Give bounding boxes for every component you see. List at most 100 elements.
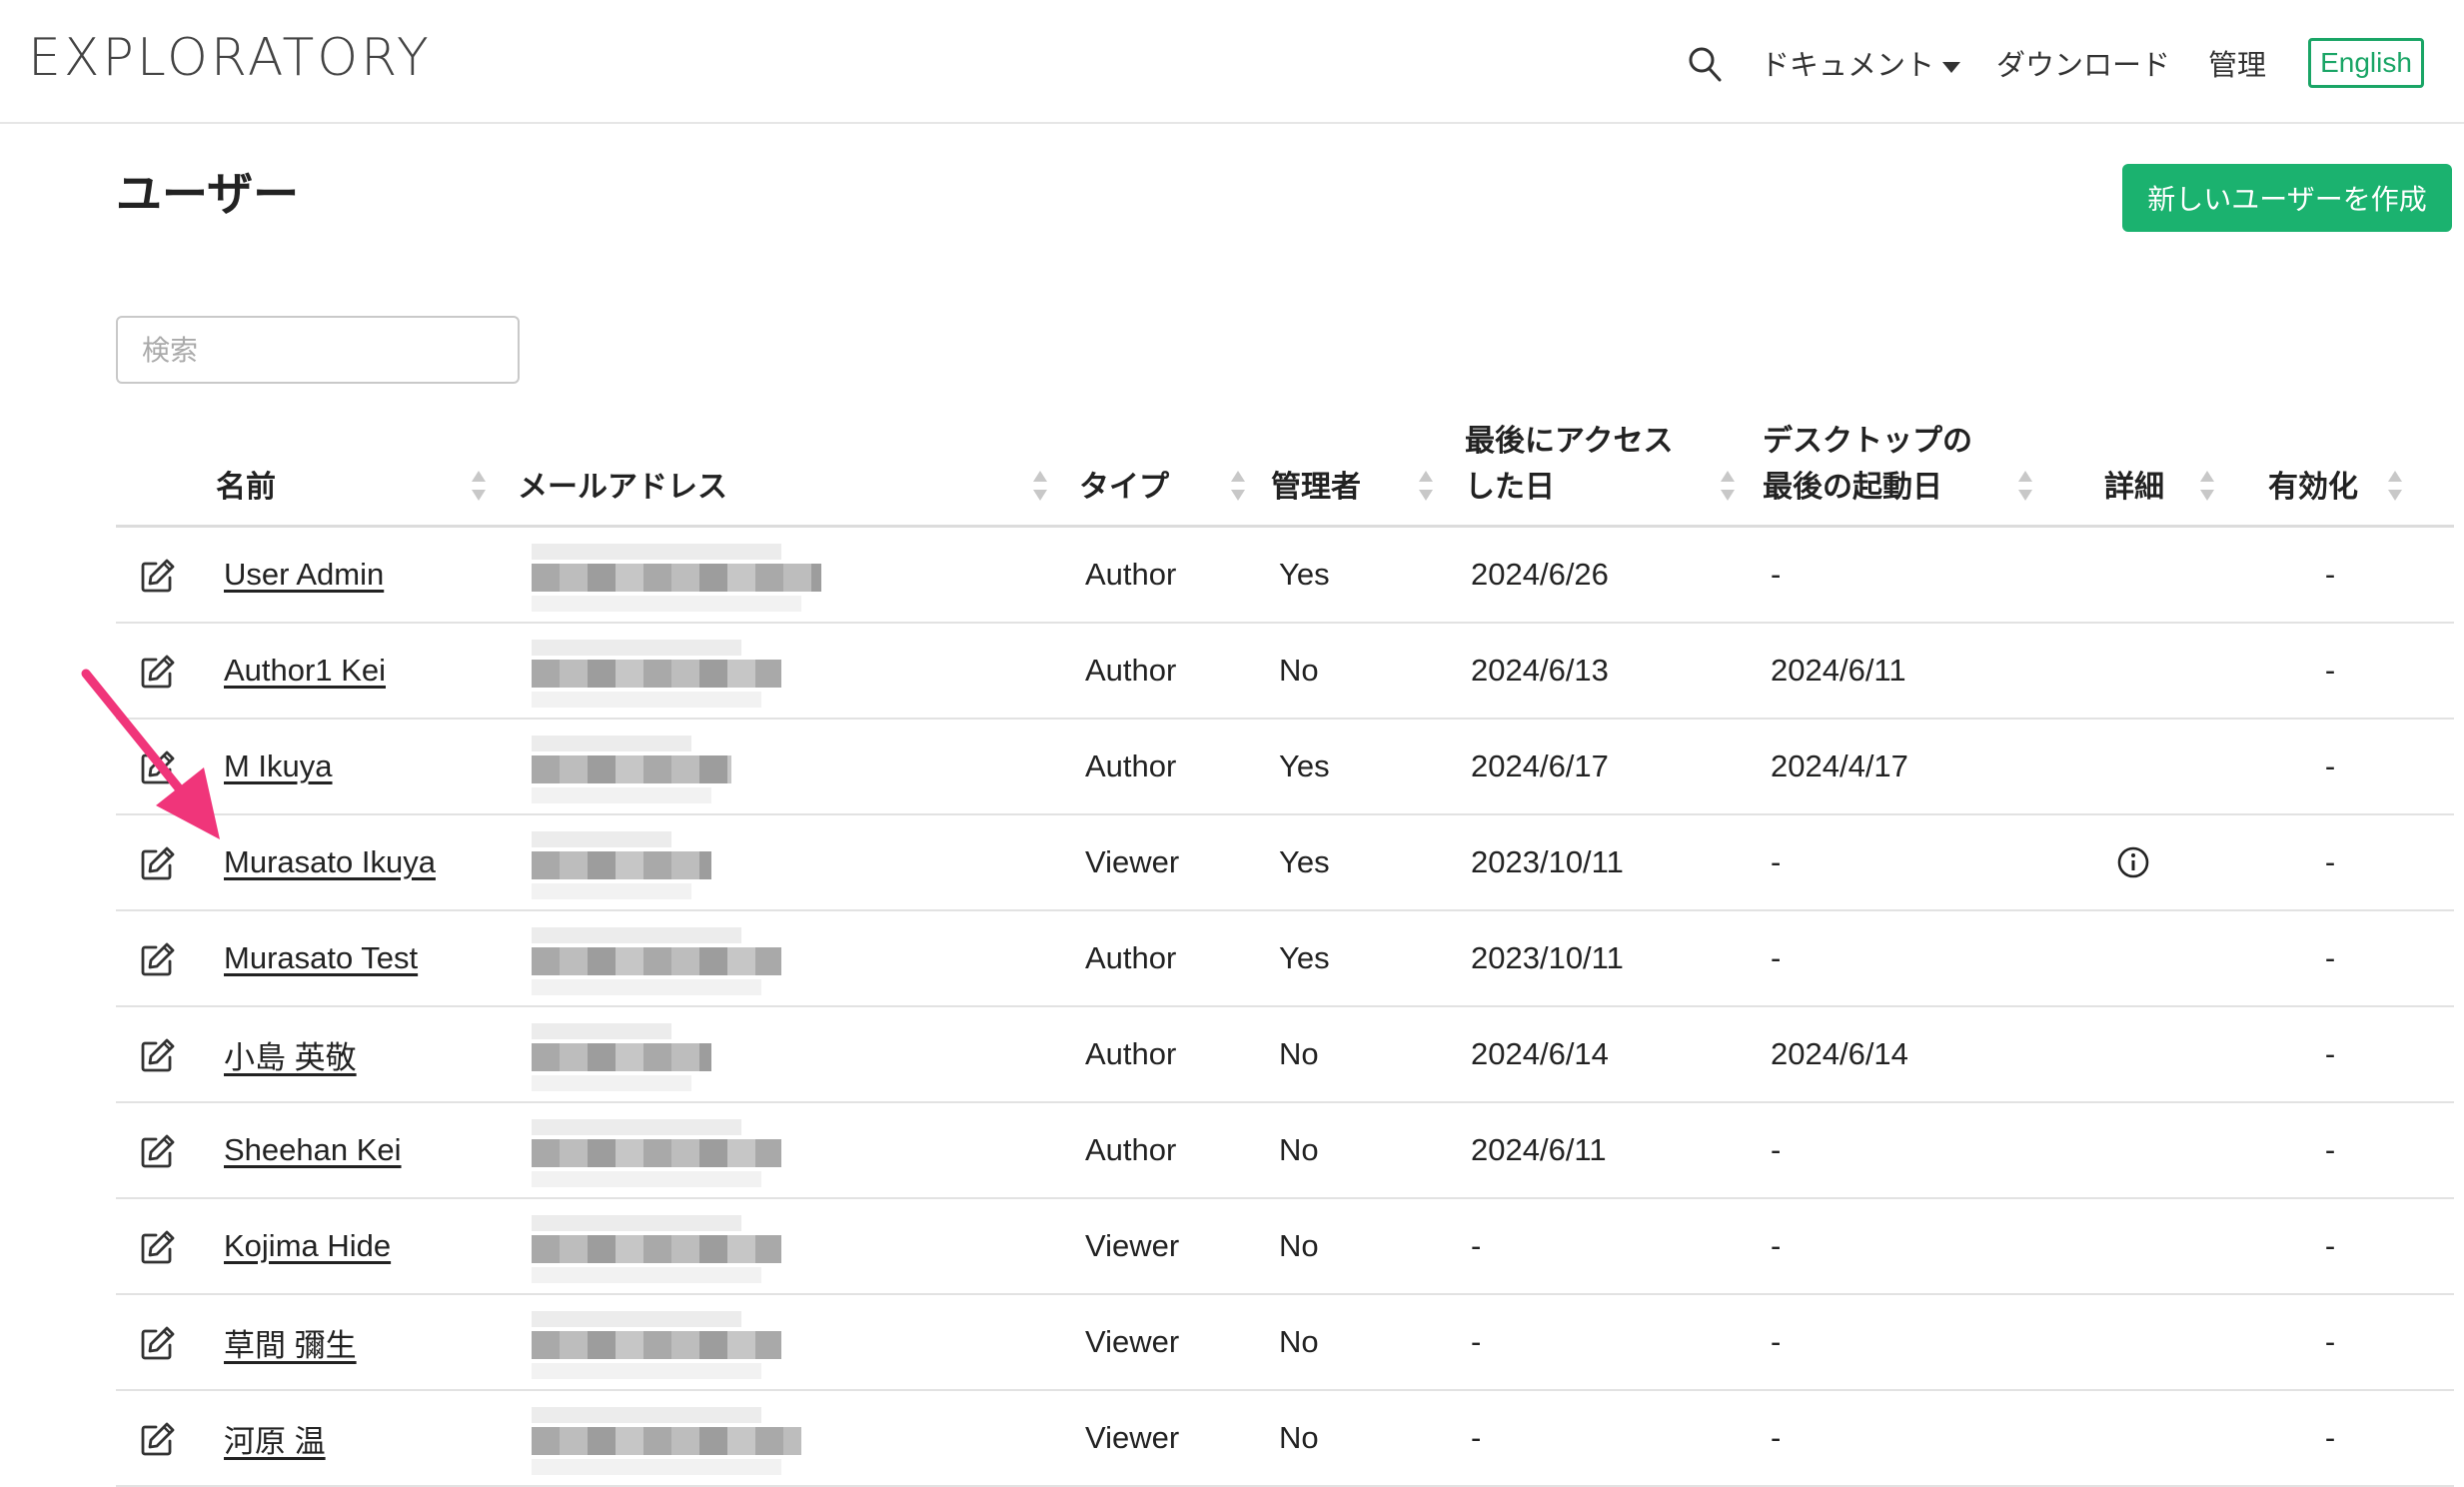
language-toggle-button[interactable]: English [2308,38,2424,88]
user-admin-flag: No [1279,653,1319,688]
top-navbar: EXPLORATORY ドキュメント ダウンロード 管理 English [0,0,2464,124]
table-row: User Admin Author Yes 2024/6/26 - - [116,528,2454,624]
app-logo[interactable]: EXPLORATORY [28,28,432,88]
table-row: Sheehan Kei Author No 2024/6/11 - - [116,1103,2454,1199]
user-admin-flag: Yes [1279,844,1330,879]
column-header-enabled[interactable]: 有効化 [2268,465,2358,511]
user-enabled: - [2324,1420,2336,1455]
column-header-desktop-last-launch[interactable]: デスクトップの 最後の起動日 [1763,419,1972,511]
user-admin-flag: No [1279,1228,1319,1263]
user-name-link[interactable]: 河原 温 [224,1391,326,1485]
column-header-last-access-line2: した日 [1465,470,1555,505]
edit-icon[interactable] [140,1325,176,1361]
sort-icon[interactable] [1033,471,1047,501]
column-header-desktop-line1: デスクトップの [1763,424,1972,459]
user-name-link[interactable]: User Admin [224,528,384,622]
user-desktop-last-launch: - [1771,557,1782,592]
sort-icon[interactable] [2200,471,2214,501]
user-type: Viewer [1085,1420,1180,1455]
email-redacted [524,1113,1019,1187]
sort-icon[interactable] [2388,471,2402,501]
user-admin-flag: Yes [1279,748,1330,783]
edit-icon[interactable] [140,1229,176,1265]
table-row: Murasato Test Author Yes 2023/10/11 - - [116,911,2454,1007]
edit-icon[interactable] [140,1133,176,1169]
users-table: 名前 メールアドレス タイプ 管理者 最後にアクセス した日 デスクトップの 最… [116,400,2454,1487]
table-row: Kojima Hide Viewer No - - - [116,1199,2454,1295]
sort-icon[interactable] [1231,471,1245,501]
edit-icon[interactable] [140,1421,176,1457]
user-type: Author [1085,653,1177,688]
column-header-desktop-line2: 最後の起動日 [1763,470,1942,505]
sort-icon[interactable] [1721,471,1735,501]
edit-icon[interactable] [140,558,176,594]
user-enabled: - [2324,1132,2336,1167]
user-name-link[interactable]: M Ikuya [224,720,333,813]
user-admin-flag: No [1279,1324,1319,1359]
user-name-link[interactable]: Sheehan Kei [224,1103,402,1197]
create-user-button[interactable]: 新しいユーザーを作成 [2122,164,2452,232]
user-admin-flag: Yes [1279,557,1330,592]
column-header-details[interactable]: 詳細 [2104,465,2164,511]
email-redacted [524,1017,1019,1091]
user-name-link[interactable]: 小島 英敬 [224,1007,357,1101]
edit-icon[interactable] [140,845,176,881]
page-title: ユーザー [116,167,300,221]
user-name-link[interactable]: Murasato Test [224,911,418,1005]
table-header: 名前 メールアドレス タイプ 管理者 最後にアクセス した日 デスクトップの 最… [116,400,2454,528]
user-admin-flag: No [1279,1420,1319,1455]
user-desktop-last-launch: - [1771,1132,1782,1167]
user-last-access: 2024/6/11 [1471,1132,1607,1167]
user-enabled: - [2324,1228,2336,1263]
nav-admin-link[interactable]: 管理 [2208,42,2266,84]
edit-icon[interactable] [140,1037,176,1073]
email-redacted [524,1305,1019,1379]
user-desktop-last-launch: 2024/4/17 [1771,748,1908,783]
sort-icon[interactable] [1419,471,1433,501]
edit-icon[interactable] [140,941,176,977]
user-last-access: 2024/6/14 [1471,1036,1609,1071]
user-desktop-last-launch: - [1771,844,1782,879]
user-name-link[interactable]: Author1 Kei [224,624,386,718]
table-row: 草間 彌生 Viewer No - - - [116,1295,2454,1391]
user-type: Author [1085,940,1177,975]
user-enabled: - [2324,748,2336,783]
table-row: Murasato Ikuya Viewer Yes 2023/10/11 - - [116,815,2454,911]
column-header-last-access[interactable]: 最後にアクセス した日 [1465,419,1674,511]
nav-documents-menu[interactable]: ドキュメント [1761,42,1961,84]
sort-icon[interactable] [472,471,486,501]
column-header-admin[interactable]: 管理者 [1271,465,1361,511]
user-search-input[interactable] [116,316,520,384]
user-admin-flag: Yes [1279,940,1330,975]
user-name-link[interactable]: Murasato Ikuya [224,815,436,909]
email-redacted [524,825,1019,899]
column-header-email[interactable]: メールアドレス [518,465,727,511]
user-type: Author [1085,1132,1177,1167]
nav-download-link[interactable]: ダウンロード [1996,42,2170,84]
table-body: User Admin Author Yes 2024/6/26 - - Auth… [116,528,2454,1487]
user-enabled: - [2324,1036,2336,1071]
user-enabled: - [2324,940,2336,975]
user-last-access: - [1471,1324,1482,1359]
sort-icon[interactable] [2018,471,2032,501]
user-type: Viewer [1085,844,1180,879]
user-last-access: - [1471,1228,1482,1263]
user-enabled: - [2324,844,2336,879]
user-desktop-last-launch: 2024/6/11 [1771,653,1906,688]
table-row: 小島 英敬 Author No 2024/6/14 2024/6/14 - [116,1007,2454,1103]
user-name-link[interactable]: 草間 彌生 [224,1295,357,1389]
user-last-access: - [1471,1420,1482,1455]
info-icon[interactable] [2116,845,2150,879]
column-header-name[interactable]: 名前 [216,465,276,511]
user-last-access: 2024/6/26 [1471,557,1609,592]
table-row: M Ikuya Author Yes 2024/6/17 2024/4/17 - [116,720,2454,815]
user-enabled: - [2324,557,2336,592]
search-icon[interactable] [1687,44,1723,84]
user-enabled: - [2324,1324,2336,1359]
user-type: Viewer [1085,1228,1180,1263]
user-type: Viewer [1085,1324,1180,1359]
user-name-link[interactable]: Kojima Hide [224,1199,391,1293]
column-header-type[interactable]: タイプ [1079,465,1169,511]
email-redacted [524,921,1019,995]
user-desktop-last-launch: - [1771,1324,1782,1359]
